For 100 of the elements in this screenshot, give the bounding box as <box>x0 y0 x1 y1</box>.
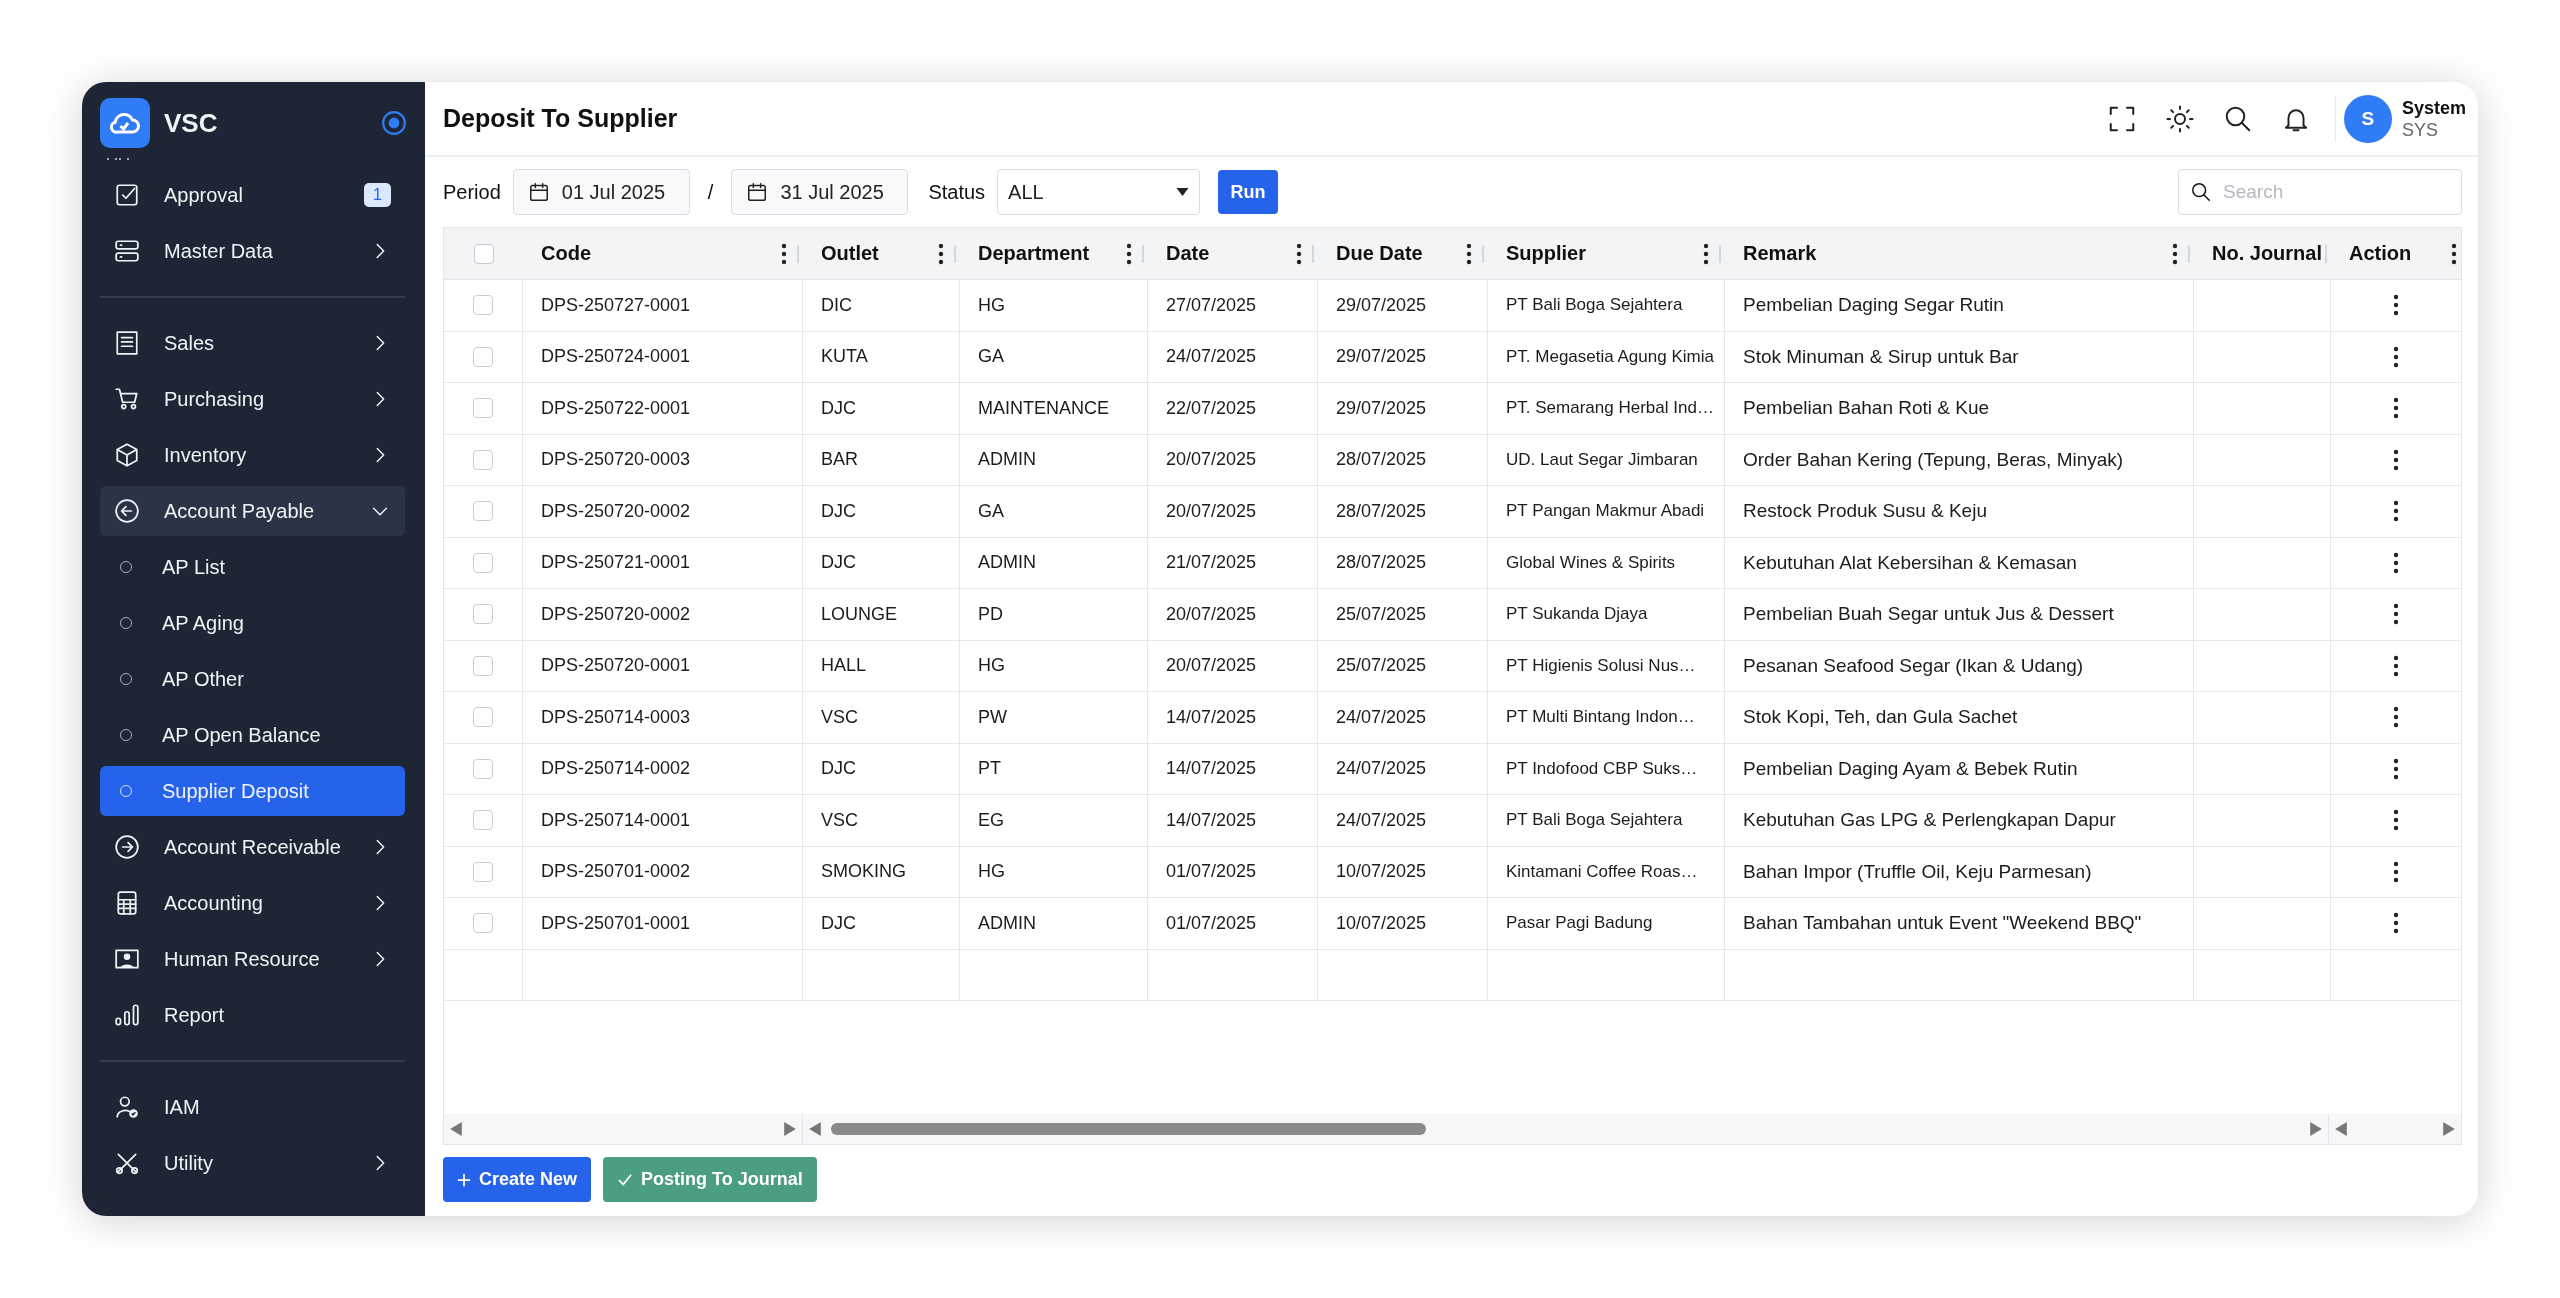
sidebar-item[interactable]: Human Resource <box>100 934 405 984</box>
sidebar-item[interactable]: Utility <box>100 1138 405 1188</box>
table-cell: DPS-250720-0001 <box>541 655 691 677</box>
checkbox[interactable] <box>473 655 493 676</box>
table-cell: VSC <box>821 706 858 728</box>
sidebar-item[interactable]: IAM <box>100 1082 405 1132</box>
scroll-right-icon[interactable] <box>784 1122 796 1136</box>
column-menu-icon[interactable] <box>1296 242 1302 265</box>
scroll-right-icon[interactable] <box>2443 1122 2455 1136</box>
checkbox[interactable] <box>473 604 493 625</box>
sidebar-item[interactable]: Account Receivable <box>100 822 405 872</box>
more-options-icon[interactable] <box>2393 500 2399 523</box>
column-menu-icon[interactable] <box>2451 242 2457 265</box>
more-options-icon[interactable] <box>2393 294 2399 317</box>
more-options-icon[interactable] <box>2393 397 2399 420</box>
column-menu-icon[interactable] <box>1466 242 1472 265</box>
table-cell: DPS-250701-0002 <box>541 861 691 883</box>
table-cell: Pesanan Seafood Segar (Ikan & Udang) <box>1743 654 2084 677</box>
status-dropdown[interactable]: ALL <box>997 169 1201 215</box>
scrollbar-thumb[interactable] <box>831 1123 1426 1135</box>
table-cell: Order Bahan Kering (Tepung, Beras, Minyak) <box>1743 448 2124 471</box>
column-menu-icon[interactable] <box>938 242 944 265</box>
checkbox[interactable] <box>473 243 494 264</box>
scroll-left-icon[interactable] <box>450 1122 462 1136</box>
table-cell: DJC <box>821 758 856 780</box>
checkbox[interactable] <box>473 552 493 573</box>
sidebar-item[interactable]: AP List <box>100 542 405 592</box>
table-cell: PT. Megasetia Agung Kimia <box>1506 346 1714 367</box>
sidebar-item[interactable]: Supplier Deposit <box>100 766 405 816</box>
column-menu-icon[interactable] <box>1126 242 1132 265</box>
table-cell: 24/07/2025 <box>1166 346 1257 368</box>
more-options-icon[interactable] <box>2393 551 2399 574</box>
radio-toggle-icon[interactable] <box>381 110 407 136</box>
table-cell: SMOKING <box>821 861 906 883</box>
table-cell: 25/07/2025 <box>1336 655 1427 677</box>
cloud-logo-icon <box>100 98 150 148</box>
column-menu-icon[interactable] <box>1703 242 1709 265</box>
column-menu-icon[interactable] <box>781 242 787 265</box>
scroll-left-icon[interactable] <box>2335 1122 2347 1136</box>
sidebar-item[interactable]: AP Aging <box>100 598 405 648</box>
checkbox[interactable] <box>473 913 493 934</box>
table-cell: 20/07/2025 <box>1166 449 1257 471</box>
sidebar-item[interactable]: Purchasing <box>100 374 405 424</box>
sidebar-item[interactable]: AP Other <box>100 654 405 704</box>
sidebar-item[interactable]: Sales <box>100 318 405 368</box>
checkbox[interactable] <box>473 449 493 470</box>
user-avatar[interactable]: S <box>2343 94 2392 143</box>
sidebar-item[interactable]: Inventory <box>100 430 405 480</box>
calculator-icon <box>114 890 140 916</box>
column-header: Due Date <box>1336 242 1423 265</box>
sidebar-item[interactable]: AP Open Balance <box>100 710 405 760</box>
column-header: Department <box>978 242 1090 265</box>
table-cell: PT Bali Boga Sejahtera <box>1506 810 1683 831</box>
checkbox[interactable] <box>473 707 493 728</box>
table-cell: DPS-250714-0003 <box>541 706 691 728</box>
more-options-icon[interactable] <box>2393 706 2399 729</box>
table-cell: 14/07/2025 <box>1166 758 1257 780</box>
table-cell: 27/07/2025 <box>1166 294 1257 316</box>
table-cell: PT Pangan Makmur Abadi <box>1506 501 1705 522</box>
scroll-right-icon[interactable] <box>2310 1122 2322 1136</box>
more-options-icon[interactable] <box>2393 912 2399 935</box>
sidebar-item[interactable]: Accounting <box>100 878 405 928</box>
table-cell: 28/07/2025 <box>1336 449 1427 471</box>
date-field[interactable]: 31 Jul 2025 <box>731 169 909 215</box>
sidebar-item[interactable]: Account Payable <box>100 486 405 536</box>
date-field[interactable]: 01 Jul 2025 <box>512 169 690 215</box>
table-cell: Kebutuhan Alat Kebersihan & Kemasan <box>1743 551 2077 574</box>
table-cell: PT. Semarang Herbal Ind… <box>1506 398 1714 419</box>
more-options-icon[interactable] <box>2393 345 2399 368</box>
checkbox[interactable] <box>473 346 493 367</box>
table-cell: Stok Kopi, Teh, dan Gula Sachet <box>1743 706 2018 729</box>
table-cell: Pembelian Daging Ayam & Bebek Rutin <box>1743 757 2078 780</box>
checkbox[interactable] <box>473 295 493 316</box>
sidebar-item[interactable]: Master Data <box>100 226 405 276</box>
page-title: Deposit To Supplier <box>443 104 679 133</box>
create-button[interactable]: Create New <box>443 1157 592 1202</box>
more-options-icon[interactable] <box>2393 654 2399 677</box>
scroll-left-icon[interactable] <box>809 1122 821 1136</box>
run-button[interactable]: Run <box>1218 170 1279 214</box>
arrow-right-circle-icon <box>114 834 140 860</box>
search-field[interactable]: Search <box>2178 169 2462 215</box>
bar-chart-icon <box>114 1002 140 1028</box>
more-options-icon[interactable] <box>2393 448 2399 471</box>
more-options-icon[interactable] <box>2393 860 2399 883</box>
checkbox[interactable] <box>473 501 493 522</box>
tools-icon <box>114 1150 140 1176</box>
sidebar-item[interactable]: Report <box>100 990 405 1040</box>
more-options-icon[interactable] <box>2393 757 2399 780</box>
checkbox[interactable] <box>473 758 493 779</box>
checkbox[interactable] <box>473 398 493 419</box>
sun-icon[interactable] <box>2164 103 2195 134</box>
table-cell: 22/07/2025 <box>1166 397 1257 419</box>
checkbox[interactable] <box>473 810 493 831</box>
more-options-icon[interactable] <box>2393 809 2399 832</box>
caret-down-icon <box>1176 188 1190 196</box>
checkbox[interactable] <box>473 861 493 882</box>
column-menu-icon[interactable] <box>2172 242 2178 265</box>
sidebar-item[interactable]: Approval 1 <box>100 170 405 220</box>
more-options-icon[interactable] <box>2393 603 2399 626</box>
calendar-icon <box>527 181 550 203</box>
